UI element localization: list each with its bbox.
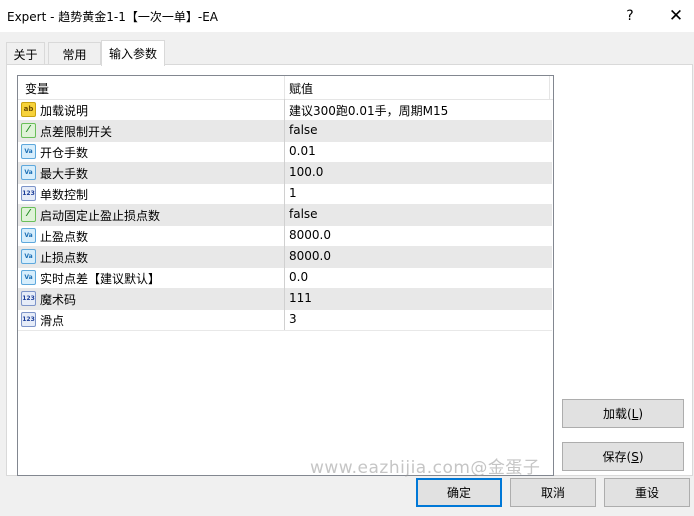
ok-button[interactable]: 确定	[416, 478, 502, 507]
variable-value[interactable]: 8000.0	[289, 249, 331, 263]
close-icon: ✕	[668, 6, 684, 26]
table-row[interactable]: Va 止损点数 8000.0	[18, 246, 552, 268]
variable-name: 加载说明	[40, 104, 89, 118]
column-divider	[549, 76, 550, 99]
cell-divider	[284, 267, 285, 288]
load-suffix: )	[638, 406, 644, 421]
cell-divider	[284, 225, 285, 246]
variable-name: 最大手数	[40, 167, 89, 181]
integer-type-icon: 123	[21, 312, 36, 327]
help-icon: ?	[626, 8, 634, 24]
table-row[interactable]: Va 最大手数 100.0	[18, 162, 552, 184]
cell-divider	[284, 141, 285, 162]
double-type-icon: Va	[21, 249, 36, 264]
cell-divider	[284, 309, 285, 330]
table-row[interactable]: 123 滑点 3	[18, 309, 552, 331]
tab-inputs[interactable]: 输入参数	[101, 40, 165, 66]
variable-value[interactable]: false	[289, 207, 318, 221]
inputs-grid: 变量 赋值 ab 加载说明 建议300跑0.01手，周期M15 ⁄ 点差限制开关 fals…	[17, 75, 554, 476]
table-row[interactable]: Va 实时点差【建议默认】 0.0	[18, 267, 552, 289]
variable-name: 魔术码	[40, 293, 77, 307]
integer-type-icon: 123	[21, 186, 36, 201]
double-type-icon: Va	[21, 144, 36, 159]
table-row[interactable]: ⁄ 点差限制开关 false	[18, 120, 552, 142]
double-type-icon: Va	[21, 228, 36, 243]
variable-name: 实时点差【建议默认】	[40, 272, 161, 286]
close-button[interactable]: ✕	[664, 4, 688, 28]
double-type-icon: Va	[21, 270, 36, 285]
column-divider[interactable]	[284, 76, 285, 99]
column-header-value[interactable]: 赋值	[289, 80, 313, 97]
variable-value[interactable]: 100.0	[289, 165, 323, 179]
cell-divider	[284, 99, 285, 120]
variable-name: 止损点数	[40, 251, 89, 265]
watermark: www.eazhijia.com@金蛋子	[310, 458, 541, 478]
load-hotkey: L	[631, 406, 639, 421]
tab-common-label: 常用	[62, 47, 87, 62]
load-label: 加载(	[602, 407, 632, 421]
table-row[interactable]: 123 单数控制 1	[18, 183, 552, 205]
table-row[interactable]: ab 加载说明 建议300跑0.01手，周期M15	[18, 99, 552, 121]
title-bar: Expert - 趋势黄金1-1【一次一单】-EA ? ✕	[0, 0, 694, 32]
variable-name: 启动固定止盈止损点数	[40, 209, 161, 223]
variable-name: 单数控制	[40, 188, 89, 202]
cell-divider	[284, 120, 285, 141]
cell-divider	[284, 183, 285, 204]
boolean-type-icon: ⁄	[21, 123, 36, 138]
column-header-variable[interactable]: 变量	[25, 80, 49, 97]
variable-value[interactable]: 1	[289, 186, 297, 200]
variable-value[interactable]: 111	[289, 291, 312, 305]
boolean-type-icon: ⁄	[21, 207, 36, 222]
save-label: 保存(	[602, 450, 632, 464]
cancel-button[interactable]: 取消	[510, 478, 596, 507]
cell-divider	[284, 288, 285, 309]
variable-name: 滑点	[40, 314, 65, 328]
tab-about[interactable]: 关于	[6, 42, 45, 65]
cell-divider	[284, 246, 285, 267]
table-row[interactable]: ⁄ 启动固定止盈止损点数 false	[18, 204, 552, 226]
variable-name: 止盈点数	[40, 230, 89, 244]
grid-header: 变量 赋值	[18, 76, 553, 100]
variable-value[interactable]: false	[289, 123, 318, 137]
variable-value[interactable]: 0.01	[289, 144, 316, 158]
load-button[interactable]: 加载(L)	[562, 399, 684, 428]
tab-inputs-label: 输入参数	[108, 47, 157, 61]
cell-divider	[284, 162, 285, 183]
window-title: Expert - 趋势黄金1-1【一次一单】-EA	[7, 10, 219, 24]
tab-about-label: 关于	[13, 47, 38, 62]
save-hotkey: S	[631, 449, 639, 464]
variable-name: 点差限制开关	[40, 125, 113, 139]
save-suffix: )	[638, 449, 644, 464]
table-row[interactable]: Va 止盈点数 8000.0	[18, 225, 552, 247]
variable-value[interactable]: 3	[289, 312, 297, 326]
table-row[interactable]: 123 魔术码 111	[18, 288, 552, 310]
variable-value[interactable]: 建议300跑0.01手，周期M15	[289, 102, 448, 119]
tab-common[interactable]: 常用	[48, 42, 101, 65]
integer-type-icon: 123	[21, 291, 36, 306]
variable-name: 开仓手数	[40, 146, 89, 160]
variable-value[interactable]: 8000.0	[289, 228, 331, 242]
table-row[interactable]: Va 开仓手数 0.01	[18, 141, 552, 163]
help-button[interactable]: ?	[618, 4, 642, 28]
variable-value[interactable]: 0.0	[289, 270, 308, 284]
cell-divider	[284, 204, 285, 225]
reset-button[interactable]: 重设	[604, 478, 690, 507]
save-button[interactable]: 保存(S)	[562, 442, 684, 471]
string-type-icon: ab	[21, 102, 36, 117]
double-type-icon: Va	[21, 165, 36, 180]
